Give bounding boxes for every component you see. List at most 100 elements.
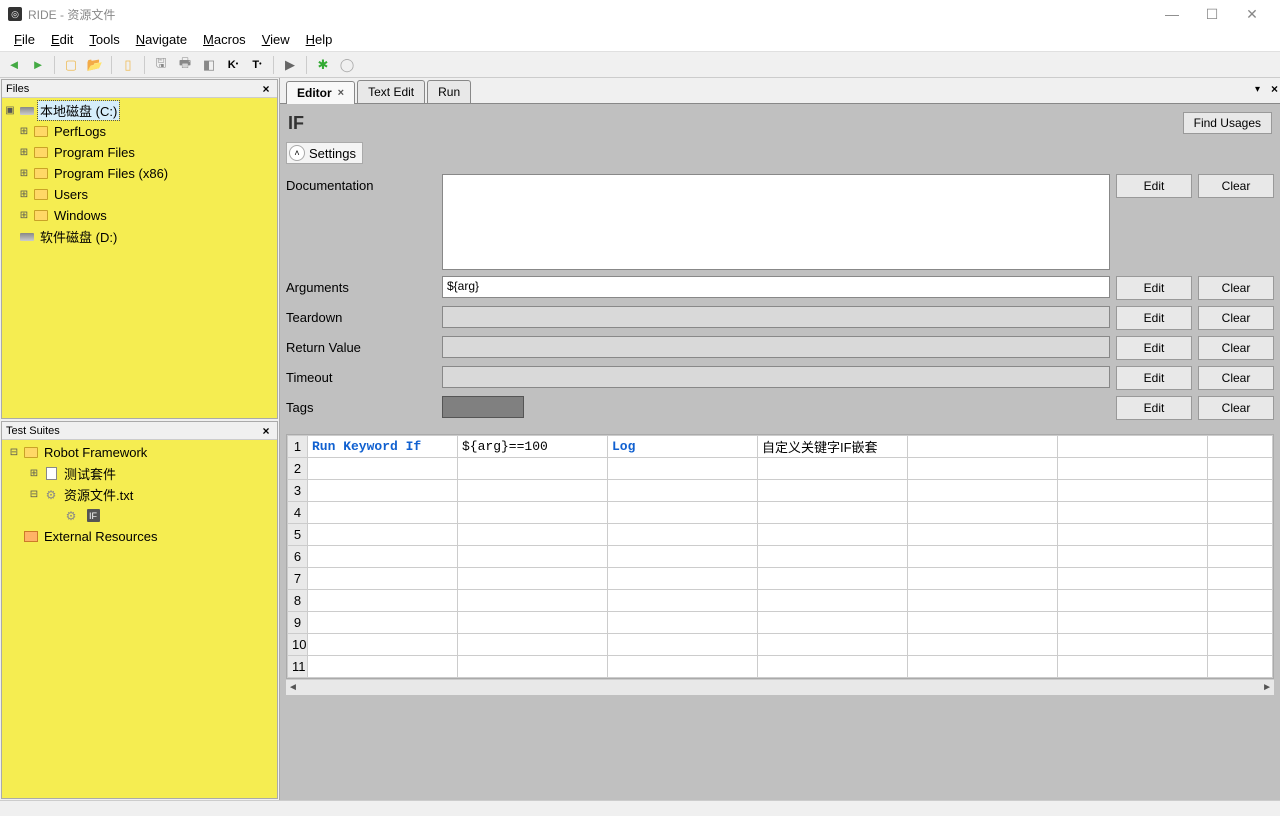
teardown-field[interactable] [442,306,1110,328]
tree-folder[interactable]: ⊞ Program Files (x86) [4,163,275,184]
app-icon: ◎ [8,7,22,21]
menu-file[interactable]: File [6,30,43,49]
label-documentation: Documentation [286,174,436,193]
debug-icon[interactable]: ✱ [313,55,333,75]
documentation-clear-button[interactable]: Clear [1198,174,1274,198]
table-row[interactable]: 6 [288,546,1273,568]
return-value-clear-button[interactable]: Clear [1198,336,1274,360]
teardown-clear-button[interactable]: Clear [1198,306,1274,330]
tree-folder[interactable]: ⊞ Program Files [4,142,275,163]
files-panel: Files × ▣ 本地磁盘 (C:) ⊞ PerfLogs ⊞ Program… [1,79,278,419]
suites-panel-title: Test Suites [6,425,60,437]
label-return-value: Return Value [286,336,436,355]
table-row[interactable]: 4 [288,502,1273,524]
menu-edit[interactable]: Edit [43,30,81,49]
tree-drive-c[interactable]: ▣ 本地磁盘 (C:) [4,100,275,121]
return-value-edit-button[interactable]: Edit [1116,336,1192,360]
editor-tab-bar: Editor× Text Edit Run ▾ × [280,78,1280,104]
files-panel-title: Files [6,83,29,95]
editor-area: IF Find Usages ˄ Settings Documentation … [280,104,1280,800]
menu-tools[interactable]: Tools [81,30,127,49]
label-timeout: Timeout [286,366,436,385]
arguments-edit-button[interactable]: Edit [1116,276,1192,300]
table-row[interactable]: 11 [288,656,1273,678]
menu-navigate[interactable]: Navigate [128,30,195,49]
tab-overflow-icon[interactable]: ▾ [1255,84,1260,95]
keyword-title: IF [288,113,304,134]
tree-folder[interactable]: ⊞ Users [4,184,275,205]
menu-help[interactable]: Help [298,30,341,49]
save-icon[interactable]: 🖫 [151,55,171,75]
tree-keyword-if[interactable]: ⚙ IF [4,505,275,526]
table-row[interactable]: 8 [288,590,1273,612]
window-title: RIDE - 资源文件 [28,6,1152,23]
find-usages-button[interactable]: Find Usages [1183,112,1272,134]
titlebar: ◎ RIDE - 资源文件 — ☐ ✕ [0,0,1280,28]
table-row[interactable]: 10 [288,634,1273,656]
table-row[interactable]: 3 [288,480,1273,502]
file-icon[interactable]: ▯ [118,55,138,75]
table-row[interactable]: 1Run Keyword If${arg}==100Log自定义关键字IF嵌套 [288,436,1273,458]
preview-icon[interactable]: ◧ [199,55,219,75]
keyword-grid[interactable]: 1Run Keyword If${arg}==100Log自定义关键字IF嵌套2… [286,434,1274,679]
maximize-button[interactable]: ☐ [1192,2,1232,26]
forward-icon[interactable]: ► [28,55,48,75]
print-icon[interactable]: 🖶 [175,55,195,75]
files-panel-close[interactable]: × [259,82,273,96]
status-bar [0,800,1280,816]
files-tree[interactable]: ▣ 本地磁盘 (C:) ⊞ PerfLogs ⊞ Program Files ⊞… [2,98,277,418]
tab-text-edit[interactable]: Text Edit [357,80,425,103]
label-teardown: Teardown [286,306,436,325]
tags-edit-button[interactable]: Edit [1116,396,1192,420]
return-value-field[interactable] [442,336,1110,358]
timeout-clear-button[interactable]: Clear [1198,366,1274,390]
table-row[interactable]: 9 [288,612,1273,634]
tab-run[interactable]: Run [427,80,471,103]
minimize-button[interactable]: — [1152,2,1192,26]
back-icon[interactable]: ◄ [4,55,24,75]
tags-field[interactable] [442,396,524,418]
tree-root-folder[interactable]: ⊟ Robot Framework [4,442,275,463]
tabs-close-icon[interactable]: × [1271,82,1278,96]
open-icon[interactable]: 📂 [85,55,105,75]
tree-folder[interactable]: ⊞ PerfLogs [4,121,275,142]
suites-tree[interactable]: ⊟ Robot Framework ⊞ 测试套件 ⊟⚙ 资源文件.txt ⚙ I… [2,440,277,798]
timeout-edit-button[interactable]: Edit [1116,366,1192,390]
testcase-icon[interactable]: T• [247,55,267,75]
table-row[interactable]: 5 [288,524,1273,546]
tab-editor[interactable]: Editor× [286,81,355,104]
new-icon[interactable]: ▢ [61,55,81,75]
table-row[interactable]: 2 [288,458,1273,480]
teardown-edit-button[interactable]: Edit [1116,306,1192,330]
settings-toggle[interactable]: ˄ Settings [286,142,363,164]
label-arguments: Arguments [286,276,436,295]
gear-icon: ⚙ [63,509,79,523]
close-button[interactable]: ✕ [1232,2,1272,26]
menu-macros[interactable]: Macros [195,30,254,49]
suites-panel-close[interactable]: × [259,424,273,438]
label-tags: Tags [286,396,436,415]
menu-view[interactable]: View [254,30,298,49]
documentation-edit-button[interactable]: Edit [1116,174,1192,198]
documentation-field[interactable] [442,174,1110,270]
tags-clear-button[interactable]: Clear [1198,396,1274,420]
timeout-field[interactable] [442,366,1110,388]
tree-resource[interactable]: ⊟⚙ 资源文件.txt [4,484,275,505]
keyword-icon[interactable]: K• [223,55,243,75]
tree-folder[interactable]: ⊞ Windows [4,205,275,226]
menubar: File Edit Tools Navigate Macros View Hel… [0,28,1280,52]
tree-drive-d[interactable]: 软件磁盘 (D:) [4,226,275,247]
gear-icon: ⚙ [43,488,59,502]
keyword-icon: IF [87,509,100,522]
table-row[interactable]: 7 [288,568,1273,590]
close-icon[interactable]: × [338,87,344,99]
stop-icon[interactable]: ◯ [337,55,357,75]
horizontal-scrollbar[interactable]: ◄► [286,679,1274,695]
arguments-field[interactable]: ${arg} [442,276,1110,298]
run-icon[interactable]: ▶ [280,55,300,75]
tree-suite[interactable]: ⊞ 测试套件 [4,463,275,484]
arguments-clear-button[interactable]: Clear [1198,276,1274,300]
suites-panel: Test Suites × ⊟ Robot Framework ⊞ 测试套件 ⊟… [1,421,278,799]
toolbar: ◄ ► ▢ 📂 ▯ 🖫 🖶 ◧ K• T• ▶ ✱ ◯ [0,52,1280,78]
tree-external-resources[interactable]: External Resources [4,526,275,547]
